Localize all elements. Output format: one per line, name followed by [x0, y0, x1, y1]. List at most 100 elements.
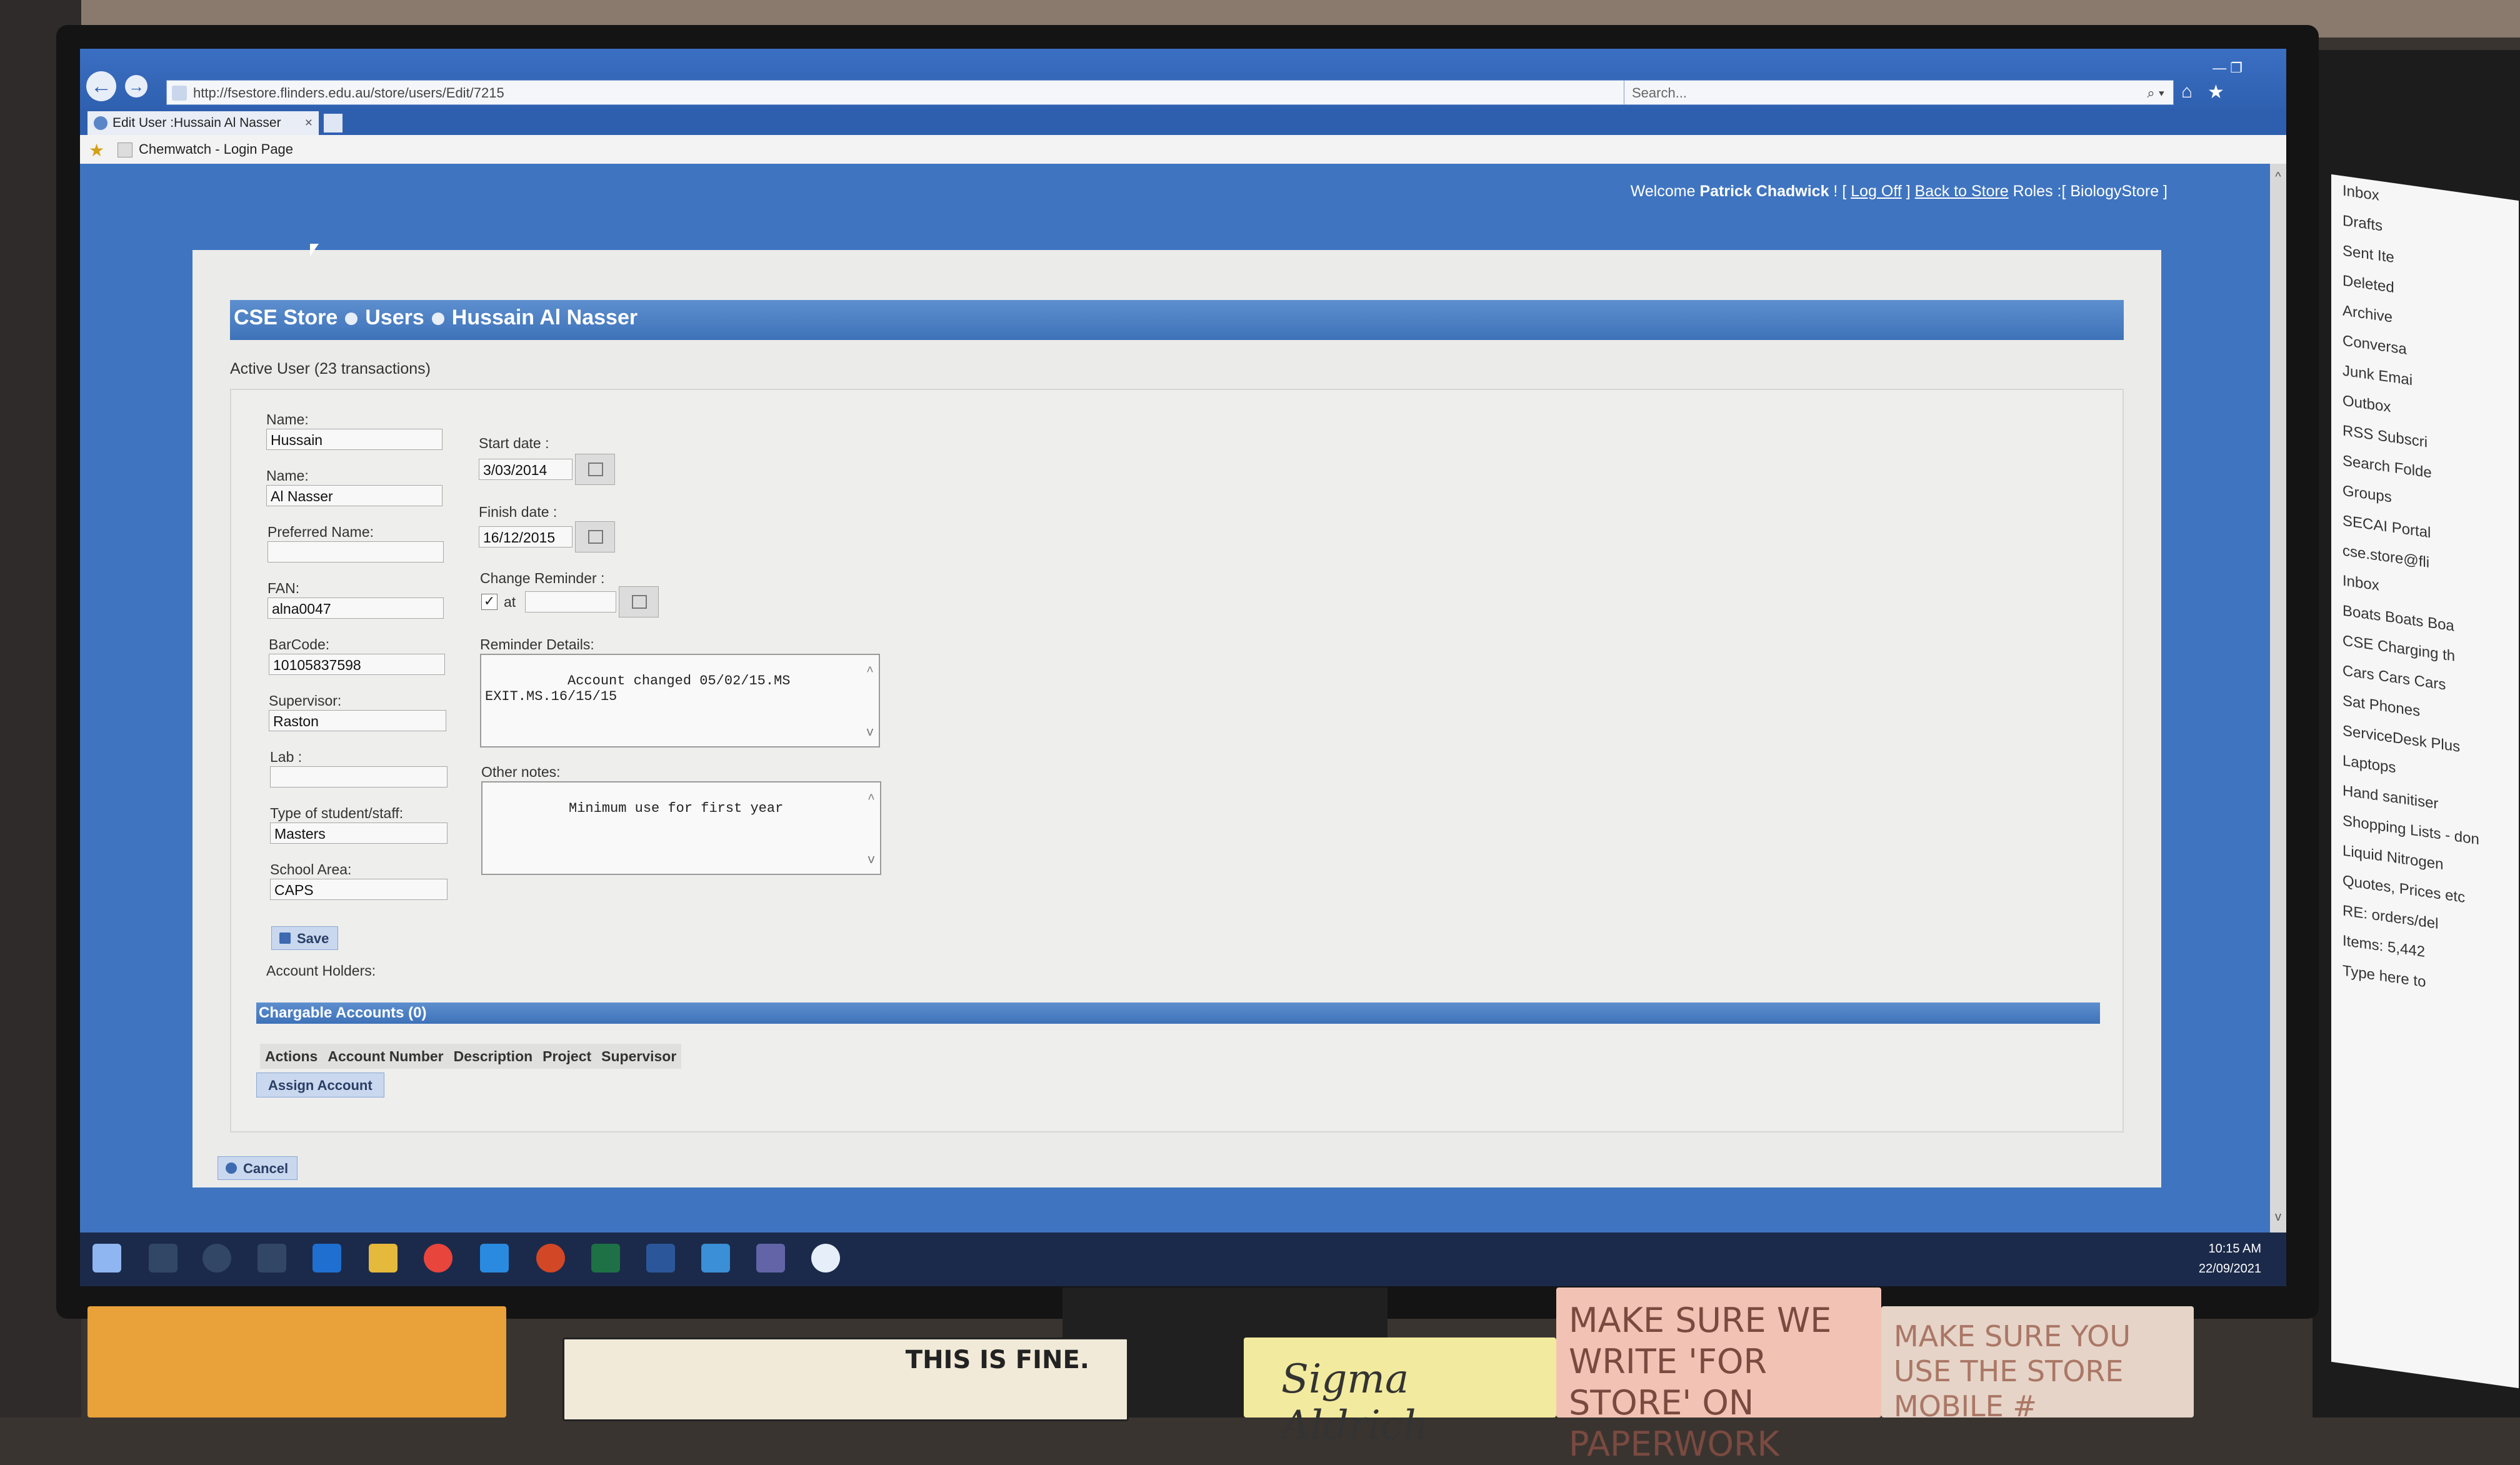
close-icon[interactable]: × [305, 111, 312, 135]
type-field[interactable]: Masters [270, 822, 448, 844]
search-input[interactable]: Search... ⌕ ▾ [1624, 80, 2174, 105]
ie-icon [94, 116, 108, 130]
chrome-icon[interactable] [424, 1244, 452, 1272]
excel-icon[interactable] [591, 1244, 620, 1272]
scroll-down-icon[interactable]: v [866, 726, 874, 740]
taskbar: 10:15 AM 22/09/2021 [80, 1232, 2286, 1286]
tab-edit-user[interactable]: Edit User :Hussain Al Nasser × [88, 111, 319, 135]
tab-bar [80, 109, 2286, 135]
finish-date-label: Finish date : [479, 504, 558, 520]
mobile-note-text: MAKE SURE YOU USE THE STORE MOBILE # [1894, 1319, 2131, 1423]
forward-button[interactable]: → [125, 75, 148, 98]
cancel-button[interactable]: Cancel [218, 1156, 298, 1180]
finish-date-field[interactable]: 16/12/2015 [479, 526, 572, 548]
sigma-note-text: Sigma Aldrich [1281, 1356, 1429, 1449]
last-name-label: Name: [266, 468, 309, 484]
scroll-up-icon[interactable]: ^ [866, 665, 874, 679]
reminder-details-label: Reminder Details: [480, 636, 594, 652]
lab-field[interactable] [270, 766, 448, 788]
powerpoint-icon[interactable] [536, 1244, 565, 1272]
reminder-date-field[interactable] [525, 591, 616, 612]
reminder-details-textarea[interactable]: Account changed 05/02/15.MS EXIT.MS.16/1… [480, 654, 880, 748]
address-bar[interactable]: http://fsestore.flinders.edu.au/store/us… [166, 80, 1679, 105]
home-icon[interactable]: ⌂ [2181, 81, 2192, 102]
pink-sticky-note: MAKE SURE WE WRITE 'FOR STORE' ON PAPERW… [1556, 1288, 1881, 1464]
reminder-checkbox[interactable]: ✓ [481, 594, 498, 610]
new-tab-button[interactable] [324, 114, 342, 132]
paperwork-note-text: MAKE SURE WE WRITE 'FOR STORE' ON PAPERW… [1569, 1301, 1832, 1464]
page-icon [118, 142, 132, 158]
clock-time: 10:15 AM [2208, 1242, 2261, 1256]
screen: ← → http://fsestore.flinders.edu.au/stor… [80, 49, 2286, 1286]
scroll-up-icon[interactable]: ^ [868, 792, 875, 807]
accounts-table-header: Actions Account Number Description Project S… [260, 1044, 682, 1069]
breadcrumb-users[interactable]: Users [365, 306, 424, 329]
back-button[interactable]: ← [86, 71, 116, 101]
change-reminder-label: Change Reminder : [480, 570, 605, 586]
favorites-bar: ★ Chemwatch - Login Page [80, 135, 2286, 164]
search-icon[interactable] [149, 1244, 178, 1272]
first-name-label: Name: [266, 411, 309, 428]
school-area-label: School Area: [270, 861, 352, 878]
reminder-calendar-button[interactable] [619, 586, 659, 618]
start-calendar-button[interactable] [575, 454, 615, 485]
barcode-field[interactable]: 10105837598 [269, 654, 445, 675]
web-page: Welcome Patrick Chadwick ! [ Log Off ] B… [80, 164, 2286, 1232]
roles-text: Roles :[ BiologyStore ] [2012, 182, 2168, 200]
page-icon [172, 86, 187, 101]
scroll-down-arrow-icon[interactable]: v [2270, 1210, 2286, 1226]
photos-icon[interactable] [701, 1244, 730, 1272]
column-supervisor: Supervisor [601, 1048, 677, 1064]
save-button[interactable]: Save [271, 926, 339, 950]
search-placeholder: Search... [1632, 85, 1688, 101]
start-date-field[interactable]: 3/03/2014 [479, 459, 572, 480]
back-to-store-link[interactable]: Back to Store [1915, 182, 2009, 200]
task-view-icon[interactable] [258, 1244, 286, 1272]
breadcrumb-store[interactable]: CSE Store [234, 306, 338, 329]
other-notes-textarea[interactable]: Minimum use for first year ^ v [481, 781, 881, 875]
scroll-up-arrow-icon[interactable]: ^ [2270, 170, 2286, 186]
column-project: Project [542, 1048, 592, 1064]
last-name-field[interactable]: Al Nasser [266, 485, 442, 506]
search-icon[interactable]: ⌕ ▾ [2147, 81, 2164, 106]
type-label: Type of student/staff: [270, 805, 404, 821]
calendar-icon [588, 530, 603, 544]
window-controls[interactable]: — ❐ [2212, 60, 2242, 76]
preferred-name-field[interactable] [268, 541, 444, 562]
internet-explorer-icon[interactable] [480, 1244, 509, 1272]
preferred-name-label: Preferred Name: [268, 524, 374, 540]
word-icon[interactable] [646, 1244, 675, 1272]
back-arrow-icon: ← [91, 74, 112, 98]
scroll-down-icon[interactable]: v [868, 853, 875, 868]
outlook-icon[interactable] [312, 1244, 341, 1272]
favorites-bar-star-icon[interactable]: ★ [89, 140, 104, 161]
assign-account-button[interactable]: Assign Account [256, 1072, 384, 1098]
finish-calendar-button[interactable] [575, 521, 615, 552]
fan-field[interactable]: alna0047 [268, 598, 444, 619]
school-area-field[interactable]: CAPS [270, 879, 448, 900]
file-explorer-icon[interactable] [369, 1244, 398, 1272]
favorites-star-icon[interactable]: ★ [2208, 81, 2224, 103]
breadcrumb-separator-icon [431, 312, 444, 326]
other-notes-label: Other notes: [481, 764, 561, 780]
tab-title: Edit User :Hussain Al Nasser [112, 116, 281, 130]
favorite-label: Chemwatch - Login Page [139, 141, 294, 157]
favorite-chemwatch[interactable]: Chemwatch - Login Page [118, 135, 293, 164]
logoff-link[interactable]: Log Off [1851, 182, 1902, 200]
account-holders-label: Account Holders: [266, 962, 376, 979]
forward-arrow-icon: → [128, 77, 144, 96]
cancel-label: Cancel [243, 1161, 289, 1176]
cortana-icon[interactable] [202, 1244, 231, 1272]
taskbar-clock: 10:15 AM 22/09/2021 [2199, 1239, 2261, 1279]
cancel-icon [226, 1162, 237, 1174]
first-name-field[interactable]: Hussain [266, 429, 442, 450]
comic-text: THIS IS FINE. [905, 1346, 1089, 1374]
page-scrollbar[interactable]: ^ v [2270, 164, 2286, 1232]
browser-chrome: ← → http://fsestore.flinders.edu.au/stor… [80, 49, 2286, 118]
windows-start-icon[interactable] [92, 1244, 121, 1272]
chargable-accounts-header: Chargable Accounts (0) [256, 1002, 2100, 1024]
app-icon[interactable] [811, 1244, 840, 1272]
teams-icon[interactable] [756, 1244, 785, 1272]
supervisor-field[interactable]: Raston [269, 710, 446, 731]
user-status: Active User (23 transactions) [230, 360, 431, 378]
